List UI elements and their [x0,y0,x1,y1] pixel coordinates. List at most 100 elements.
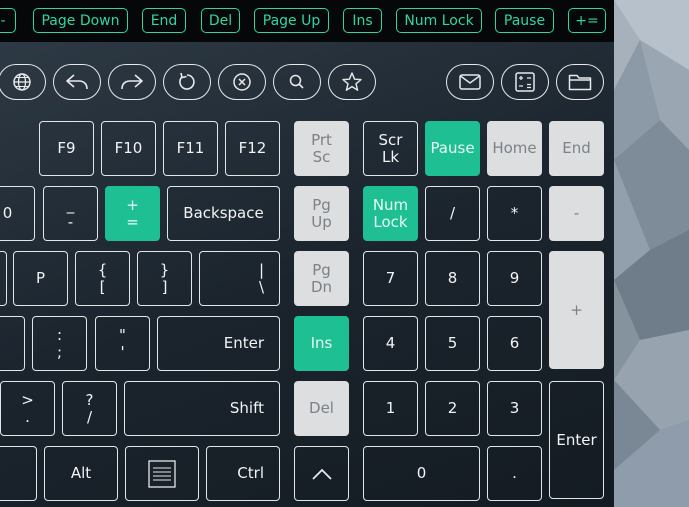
mail-icon [459,74,481,90]
key-backspace[interactable]: Backspace [167,186,280,241]
key-label-bottom: / [86,407,93,426]
key-right-brace[interactable]: } ] [137,251,192,306]
key-numpad-multiply[interactable]: * [487,186,542,241]
key-alt[interactable]: Alt [44,446,118,501]
key-numpad-9[interactable]: 9 [487,251,542,306]
clear-button[interactable] [218,64,266,100]
key-label-bottom: Dn [310,277,333,296]
key-numpad-8[interactable]: 8 [425,251,480,306]
key-label-top: ? [85,390,94,409]
key-label-top: Scr [378,130,403,149]
chip-del[interactable]: Del [201,8,240,33]
undo-button[interactable] [53,64,101,100]
key-quote[interactable]: " ' [95,316,150,371]
key-equals[interactable]: + = [105,186,160,241]
key-numpad-4[interactable]: 4 [363,316,418,371]
key-numpad-6[interactable]: 6 [487,316,542,371]
key-numpad-0[interactable]: 0 [363,446,480,501]
key-f11[interactable]: F11 [163,121,218,176]
chip-num-lock[interactable]: Num Lock [396,8,482,33]
key-label-top: + [126,195,139,214]
chip-pause[interactable]: Pause [495,8,554,33]
key-print-screen[interactable]: Prt Sc [294,121,349,176]
chip-ins[interactable]: Ins [343,8,382,33]
key-left-brace[interactable]: { [ [75,251,130,306]
key-numpad-divide[interactable]: / [425,186,480,241]
key-label-bottom: ' [120,342,125,361]
key-page-down[interactable]: Pg Dn [294,251,349,306]
key-f12[interactable]: F12 [225,121,280,176]
key-label-bottom: . [25,407,30,426]
folder-button[interactable] [556,64,604,100]
key-numpad-decimal[interactable]: . [487,446,542,501]
globe-icon [13,73,31,91]
calculator-button[interactable] [501,64,549,100]
key-label-bottom: ; [56,342,63,361]
key-insert[interactable]: Ins [294,316,349,371]
on-screen-keyboard: F9 F10 F11 F12 Prt Sc Scr Lk Pause Home … [0,42,614,507]
key-label-top: : [56,325,63,344]
key-l[interactable] [0,316,25,371]
chip-page-down[interactable]: Page Down [33,8,128,33]
key-semicolon[interactable]: : ; [32,316,87,371]
key-numpad-minus[interactable]: - [549,186,604,241]
key-numpad-plus[interactable]: + [549,251,604,369]
chip-plus-equals[interactable]: += [568,8,606,33]
star-icon [342,72,362,91]
key-win[interactable] [0,446,37,501]
key-label-top: Num [372,195,409,214]
folder-icon [568,74,592,91]
key-label-top: " [119,325,126,344]
key-menu[interactable] [125,446,199,501]
key-shift[interactable]: Shift [124,381,280,436]
key-f9[interactable]: F9 [39,121,94,176]
key-period[interactable]: > . [0,381,55,436]
key-numpad-2[interactable]: 2 [425,381,480,436]
key-delete[interactable]: Del [294,381,349,436]
key-numpad-7[interactable]: 7 [363,251,418,306]
menu-icon [148,459,176,488]
key-scroll-lock[interactable]: Scr Lk [363,121,418,176]
key-minus[interactable]: _ - [43,186,98,241]
key-numpad-enter[interactable]: Enter [549,381,604,499]
search-button[interactable] [273,64,321,100]
key-label-bottom: Lk [381,147,400,166]
favorite-button[interactable] [328,64,376,100]
chip-minus[interactable]: - [0,8,16,33]
key-label-bottom: Up [311,212,332,231]
mail-button[interactable] [446,64,494,100]
key-numpad-1[interactable]: 1 [363,381,418,436]
key-page-up[interactable]: Pg Up [294,186,349,241]
key-backslash[interactable]: | \ [199,251,280,306]
refresh-icon [179,72,195,90]
globe-button[interactable] [0,64,46,100]
key-numpad-3[interactable]: 3 [487,381,542,436]
redo-button[interactable] [108,64,156,100]
key-home[interactable]: Home [487,121,542,176]
key-0[interactable]: 0 [0,186,35,241]
key-label-bottom: \ [258,277,264,296]
key-enter[interactable]: Enter [157,316,280,371]
key-p[interactable]: P [13,251,68,306]
key-label-top: Prt [311,130,332,149]
key-label-top: } [159,260,170,279]
key-slash[interactable]: ? / [62,381,117,436]
shortcut-strip: - Page Down End Del Page Up Ins Num Lock… [0,0,614,42]
key-end[interactable]: End [549,121,604,176]
chip-page-up[interactable]: Page Up [254,8,329,33]
key-label-bottom: Lock [373,212,408,231]
key-label-top: > [21,390,34,409]
refresh-button[interactable] [163,64,211,100]
clear-icon [233,73,251,91]
key-num-lock[interactable]: Num Lock [363,186,418,241]
key-f10[interactable]: F10 [101,121,156,176]
key-pause[interactable]: Pause [425,121,480,176]
key-ctrl[interactable]: Ctrl [206,446,280,501]
key-arrow-up[interactable] [294,446,349,501]
key-numpad-5[interactable]: 5 [425,316,480,371]
key-label-bottom: [ [99,277,106,296]
chip-end[interactable]: End [142,8,186,33]
calculator-icon [515,72,535,92]
key-o[interactable] [0,251,7,306]
key-label-top: Pg [312,195,331,214]
